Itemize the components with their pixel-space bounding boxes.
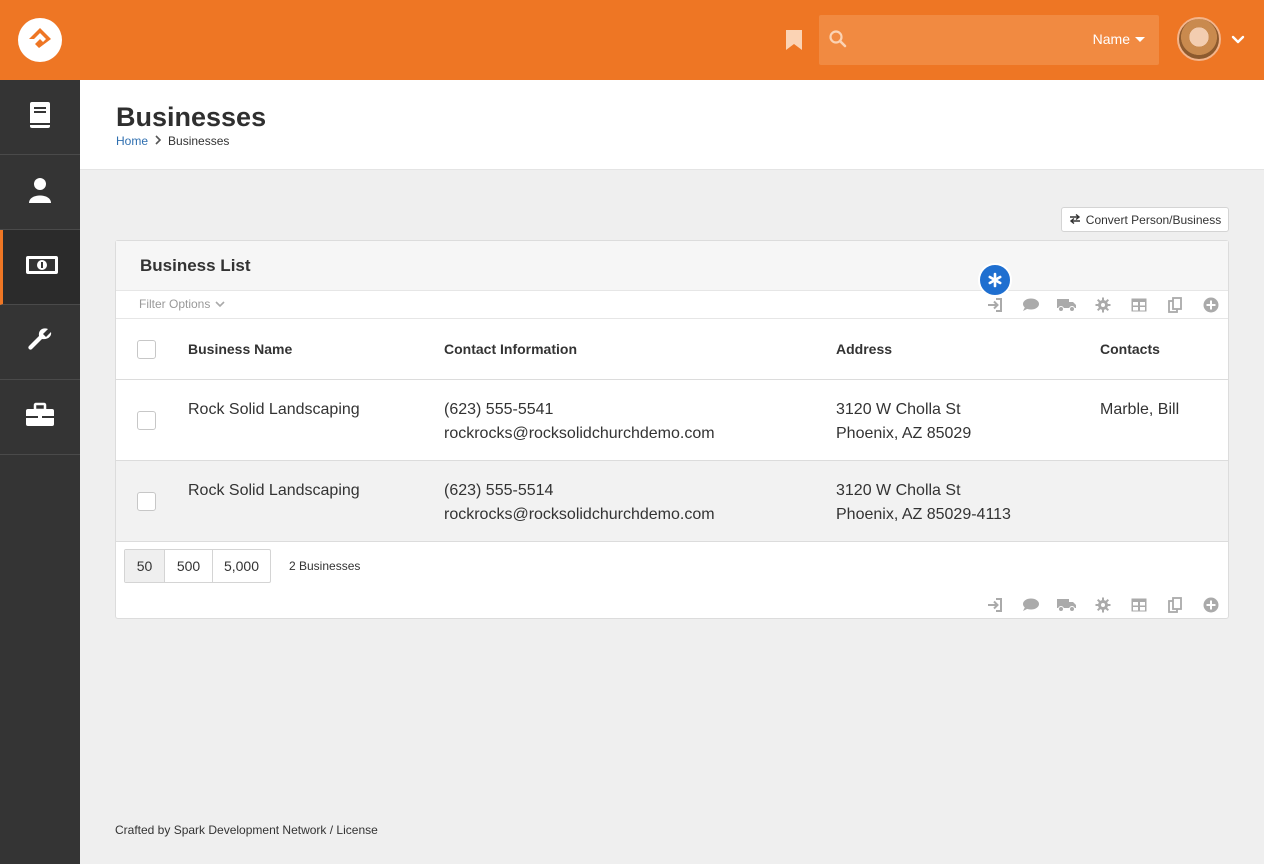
wrench-icon — [26, 326, 54, 359]
contact-information: (623) 555-5541 rockrocks@rocksolidchurch… — [444, 398, 715, 446]
caret-down-icon — [1135, 36, 1145, 42]
plus-circle-icon[interactable] — [1200, 597, 1222, 613]
filter-options-toggle[interactable]: Filter Options — [139, 297, 225, 311]
contact-email: rockrocks@rocksolidchurchdemo.com — [444, 506, 715, 523]
person-icon — [28, 176, 52, 209]
column-header-contact-information[interactable]: Contact Information — [444, 341, 577, 357]
bookmark-icon[interactable] — [785, 29, 803, 51]
chevron-down-icon — [215, 297, 225, 311]
contact-phone: (623) 555-5541 — [444, 401, 554, 418]
contact-email: rockrocks@rocksolidchurchdemo.com — [444, 425, 715, 442]
exchange-icon — [1069, 213, 1081, 227]
panel-heading: Business List — [116, 241, 1228, 291]
plus-circle-icon[interactable] — [1200, 297, 1222, 313]
truck-icon[interactable] — [1056, 297, 1078, 313]
business-name: Rock Solid Landscaping — [188, 482, 360, 499]
sidebar — [0, 80, 80, 864]
top-bar: Name — [0, 0, 1264, 80]
copy-icon[interactable] — [1164, 297, 1186, 313]
chevron-down-icon[interactable] — [1231, 33, 1245, 47]
grid-actions-top — [984, 297, 1222, 313]
address-city: Phoenix, AZ 85029 — [836, 425, 972, 442]
money-icon — [25, 254, 59, 281]
search-input[interactable] — [859, 25, 1079, 55]
address-city: Phoenix, AZ 85029-4113 — [836, 506, 1011, 523]
table-row[interactable]: Rock Solid Landscaping (623) 555-5514 ro… — [116, 461, 1228, 542]
table-row[interactable]: Rock Solid Landscaping (623) 555-5541 ro… — [116, 380, 1228, 461]
sidebar-item-briefcase[interactable] — [0, 380, 80, 455]
convert-button-label: Convert Person/Business — [1085, 212, 1222, 227]
contacts: Marble, Bill — [1100, 401, 1180, 418]
briefcase-icon — [25, 402, 55, 433]
page-size-selector: 50 500 5,000 — [124, 549, 271, 583]
row-checkbox[interactable] — [137, 492, 156, 511]
search-type-label: Name — [1092, 31, 1130, 47]
page-size-5000[interactable]: 5,000 — [213, 550, 270, 582]
filter-bar: Filter Options — [116, 291, 1228, 319]
comment-icon[interactable] — [1020, 297, 1042, 313]
gear-icon[interactable] — [1092, 297, 1114, 313]
address: 3120 W Cholla St Phoenix, AZ 85029-4113 — [836, 479, 1011, 527]
sign-in-icon[interactable] — [984, 597, 1006, 613]
grid-actions-bottom — [984, 597, 1222, 613]
footer: Crafted by Spark Development Network / L… — [115, 823, 378, 837]
contact-information: (623) 555-5514 rockrocks@rocksolidchurch… — [444, 479, 715, 527]
table-header: Business Name Contact Information Addres… — [116, 319, 1228, 380]
search-type-dropdown[interactable]: Name — [1093, 31, 1145, 47]
book-icon — [28, 101, 52, 134]
address-street: 3120 W Cholla St — [836, 401, 961, 418]
business-list-panel: Business List Filter Options Business Na… — [115, 240, 1229, 619]
copy-icon[interactable] — [1164, 597, 1186, 613]
column-header-contacts[interactable]: Contacts — [1100, 341, 1160, 357]
search-icon — [829, 30, 847, 48]
rock-logo-icon[interactable] — [18, 18, 62, 62]
column-header-address[interactable]: Address — [836, 341, 892, 357]
table-icon[interactable] — [1128, 597, 1150, 613]
address-street: 3120 W Cholla St — [836, 482, 961, 499]
filter-options-label: Filter Options — [139, 297, 211, 311]
convert-person-business-button[interactable]: Convert Person/Business — [1061, 207, 1229, 232]
contact-phone: (623) 555-5514 — [444, 482, 554, 499]
row-checkbox[interactable] — [137, 411, 156, 430]
page-size-50[interactable]: 50 — [125, 550, 165, 582]
truck-icon[interactable] — [1056, 597, 1078, 613]
select-all-checkbox[interactable] — [137, 340, 156, 359]
breadcrumb-home[interactable]: Home — [116, 134, 148, 148]
panel-title: Business List — [140, 256, 251, 275]
breadcrumb: Home Businesses — [116, 134, 229, 148]
sign-in-icon[interactable] — [984, 297, 1006, 313]
gear-icon[interactable] — [1092, 597, 1114, 613]
search-box: Name — [819, 15, 1159, 65]
comment-icon[interactable] — [1020, 597, 1042, 613]
avatar[interactable] — [1177, 17, 1221, 61]
sidebar-item-book[interactable] — [0, 80, 80, 155]
record-count: 2 Businesses — [289, 559, 361, 573]
business-name: Rock Solid Landscaping — [188, 401, 360, 418]
sidebar-item-admin[interactable] — [0, 305, 80, 380]
page-header: Businesses Home Businesses — [80, 80, 1264, 170]
page-title: Businesses — [116, 102, 267, 132]
chevron-right-icon — [154, 134, 162, 148]
table-icon[interactable] — [1128, 297, 1150, 313]
sidebar-item-person[interactable] — [0, 155, 80, 230]
sidebar-item-finance[interactable] — [0, 230, 80, 305]
page-size-500[interactable]: 500 — [165, 550, 213, 582]
breadcrumb-current: Businesses — [168, 134, 230, 148]
address: 3120 W Cholla St Phoenix, AZ 85029 — [836, 398, 971, 446]
column-header-business-name[interactable]: Business Name — [188, 341, 292, 357]
